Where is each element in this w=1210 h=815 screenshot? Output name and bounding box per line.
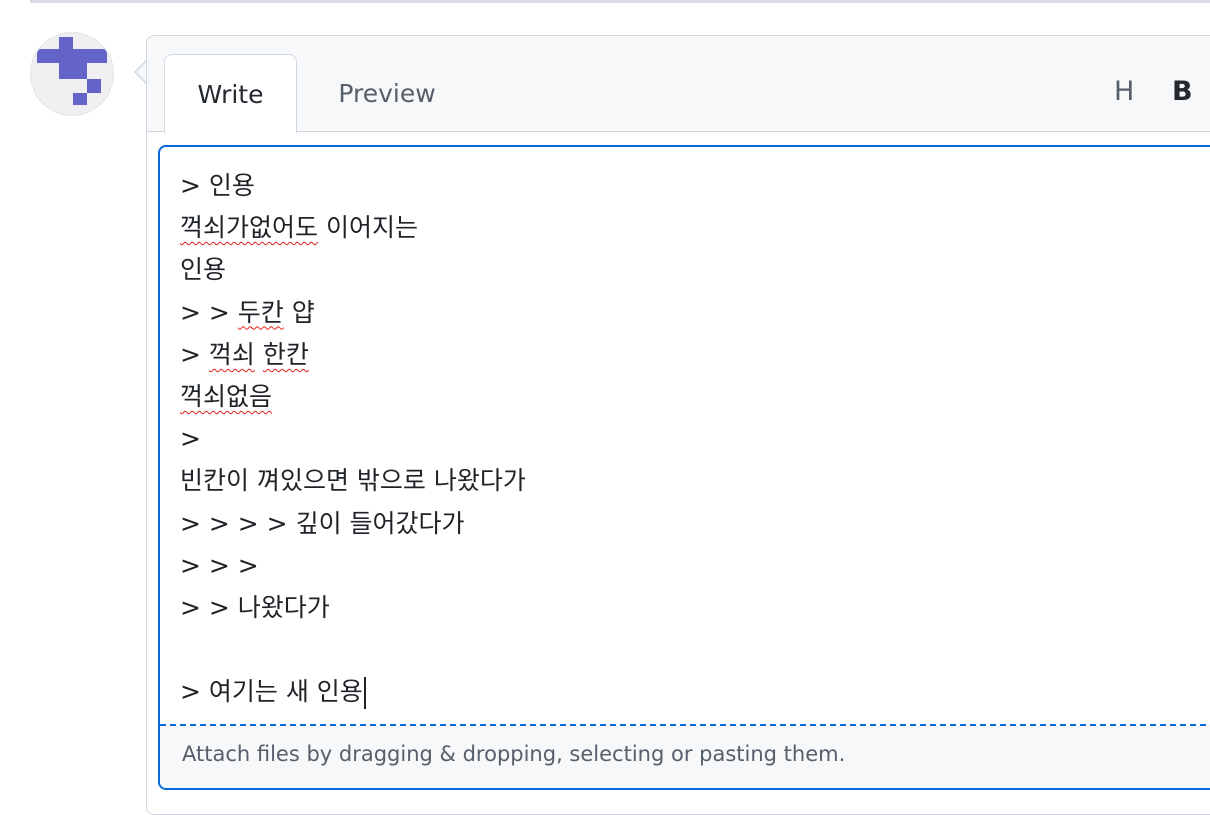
- editor-line: > 꺽쇠 한칸: [180, 334, 526, 376]
- line-text: > 여기는 새 인용: [180, 677, 363, 707]
- line-text: > > >: [180, 550, 259, 580]
- line-text: >: [180, 424, 201, 454]
- identicon-avatar-icon: [37, 37, 107, 105]
- tab-preview[interactable]: Preview: [317, 54, 457, 133]
- editor-line: 인용: [180, 249, 526, 291]
- editor-line: > 여기는 새 인용: [180, 671, 526, 713]
- line-text: 얍: [283, 297, 315, 327]
- misspelled-word: 꺽쇠없음: [180, 381, 273, 411]
- bold-button[interactable]: B: [1172, 76, 1193, 107]
- line-text: [255, 340, 263, 369]
- line-text: > 인용: [180, 171, 255, 200]
- editor-line: > > 두칸 얍: [180, 292, 526, 334]
- file-dropzone[interactable]: Attach files by dragging & dropping, sel…: [160, 724, 1210, 788]
- heading-button[interactable]: H: [1114, 76, 1134, 107]
- text-caret: [363, 677, 366, 710]
- editor-line: > > > > 깊이 들어갔다가: [180, 503, 526, 545]
- editor-line: > > >: [180, 545, 526, 587]
- line-text: > > 나왔다가: [180, 592, 330, 622]
- editor-tabbar: Write Preview H B: [147, 36, 1210, 133]
- line-text: 이어지는: [318, 213, 418, 243]
- comment-textarea[interactable]: > 인용 꺽쇠가없어도 이어지는 인용 > > 두칸 얍 > 꺽쇠 한칸 꺽쇠없음 > 빈칸이…: [158, 145, 1210, 790]
- misspelled-word: 꺽쇠: [208, 339, 255, 369]
- editor-line: 꺽쇠없음: [180, 376, 526, 418]
- line-text: > >: [180, 297, 238, 327]
- misspelled-word: 두칸: [237, 297, 284, 327]
- editor-line: > 인용: [180, 165, 526, 207]
- editor-line: 빈칸이 껴있으면 밖으로 나왔다가: [180, 460, 526, 502]
- line-text: > > > > 깊이 들어갔다가: [180, 508, 465, 538]
- line-text: 빈칸이 껴있으면 밖으로 나왔다가: [180, 466, 526, 496]
- line-text: 인용: [180, 255, 227, 285]
- dropzone-hint: Attach files by dragging & dropping, sel…: [182, 742, 846, 766]
- user-avatar[interactable]: [30, 32, 114, 116]
- comment-pointer: [134, 60, 147, 84]
- misspelled-word: 한칸: [262, 339, 309, 369]
- editor-line: 꺽쇠가없어도 이어지는: [180, 207, 526, 249]
- textarea-content[interactable]: > 인용 꺽쇠가없어도 이어지는 인용 > > 두칸 얍 > 꺽쇠 한칸 꺽쇠없음 > 빈칸이…: [180, 165, 526, 713]
- line-text: >: [180, 339, 209, 369]
- top-divider: [30, 0, 1210, 3]
- tab-write[interactable]: Write: [164, 54, 297, 133]
- editor-line: > > 나왔다가: [180, 587, 526, 629]
- misspelled-word: 꺽쇠가없어도: [180, 213, 319, 243]
- editor-line: >: [180, 418, 526, 460]
